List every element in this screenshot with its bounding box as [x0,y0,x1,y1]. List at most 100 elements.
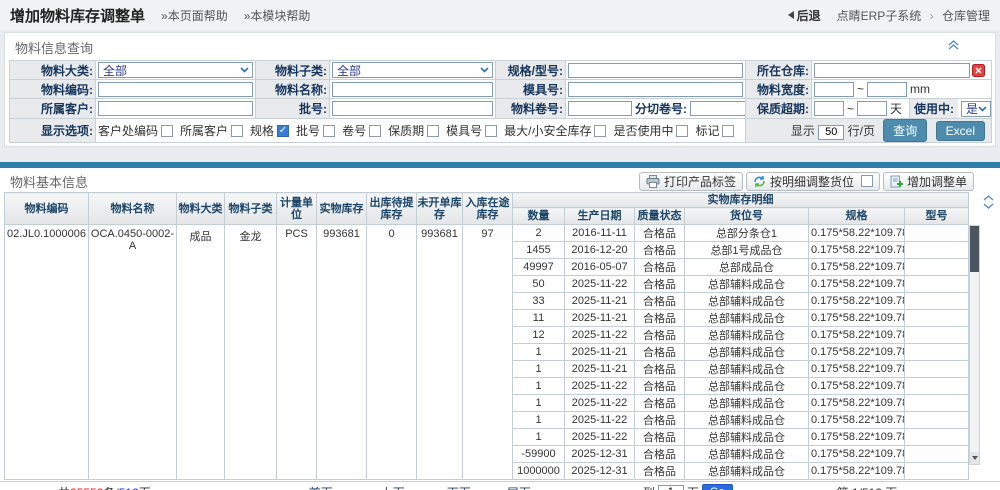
display-option-checkbox[interactable] [231,125,243,137]
breadcrumb-separator: › [930,9,934,23]
add-adjustment-label: 增加调整单 [907,173,967,190]
inuse-select[interactable]: 是 [961,101,991,117]
warehouse-input[interactable] [814,63,970,78]
detail-cell: 0.175*58.22*109.78 [809,225,905,242]
chevron-down-icon [240,67,249,73]
detail-cell [905,395,969,412]
detail-cell: 0.175*58.22*109.78 [809,446,905,463]
detail-cell: 2025-11-21 [565,310,635,327]
material-cell: OCA.0450-0002-A [89,225,177,480]
back-button[interactable]: 后退 [788,7,821,24]
inuse-select-value: 是 [966,100,978,117]
detail-cell: 1000000 [513,463,565,480]
mold-input[interactable] [568,82,743,97]
adjust-location-button[interactable]: 按明细调整货位 [746,172,880,191]
detail-cell: 合格品 [635,310,685,327]
back-label: 后退 [797,7,821,24]
display-option: 所属客户 [180,122,243,139]
code-input[interactable] [98,82,253,97]
detail-cell: 1 [513,361,565,378]
query-section-title: 物料信息查询 [15,41,93,56]
add-adjustment-button[interactable]: 增加调整单 [883,172,974,191]
next-page-link[interactable]: 下页 [447,484,471,490]
first-page-link[interactable]: 首页 [309,484,333,490]
breadcrumb-location[interactable]: 仓库管理 [942,9,990,23]
display-option-label: 标记 [695,122,719,139]
goto-page-input[interactable] [658,485,684,490]
shelf-label: 保质超期: [746,99,812,119]
chevron-down-icon [978,106,987,112]
detail-cell: 合格品 [635,293,685,310]
detail-cell: 合格品 [635,225,685,242]
slit-roll-input[interactable] [690,101,746,116]
subcategory-select[interactable]: 全部 [332,62,493,78]
display-option-checkbox[interactable]: ✓ [277,125,289,137]
material-cell: 993681 [317,225,367,480]
prev-page-link[interactable]: 上页 [381,484,405,490]
detail-cell [905,412,969,429]
detail-row[interactable]: 02.JL0.1000006OCA.0450-0002-A成品金龙PCS9936… [5,225,969,242]
shelf-min-input[interactable] [814,101,844,116]
display-option-checkbox[interactable] [722,125,734,137]
scrollbar-thumb[interactable] [970,226,979,272]
detail-cell: 0.175*58.22*109.78 [809,361,905,378]
detail-cell [905,327,969,344]
last-page-link[interactable]: 尾页 [507,484,531,490]
batch-input[interactable] [332,101,493,116]
detail-cell: 1 [513,344,565,361]
total-pages: 512 [119,486,139,490]
name-input[interactable] [332,82,493,97]
page-help-link[interactable]: »本页面帮助 [161,7,228,24]
display-option-label: 卷号 [342,122,366,139]
inventory-table: 物料编码 物料名称 物料大类 物料子类 计量单位 实物库存 出库待提库存 未开单… [4,192,969,480]
col-header: 物料编码 [5,193,89,225]
col-header: 未开单库存 [417,193,463,225]
detail-cell: 1 [513,412,565,429]
module-help-link[interactable]: »本模块帮助 [244,7,311,24]
excel-button[interactable]: Excel [936,121,985,141]
breadcrumb-system[interactable]: 点睛ERP子系统 [837,9,922,23]
col-header: 物料大类 [177,193,225,225]
roll-input[interactable] [568,101,632,116]
adjust-location-checkbox[interactable] [861,175,873,187]
display-option-checkbox[interactable] [427,125,439,137]
detail-col-header: 规格 [809,208,905,225]
clear-warehouse-icon[interactable] [972,64,985,77]
detail-cell: 2016-12-20 [565,242,635,259]
search-button[interactable]: 查询 [883,119,927,142]
detail-cell: 合格品 [635,378,685,395]
display-option: 标记 [695,122,734,139]
display-option-checkbox[interactable] [485,125,497,137]
detail-cell: 总部辅料成品仓 [685,463,809,480]
display-option-checkbox[interactable] [369,125,381,137]
detail-cell: 2025-11-21 [565,361,635,378]
detail-cell: 合格品 [635,395,685,412]
material-cell: 993681 [417,225,463,480]
display-option-checkbox[interactable] [676,125,688,137]
shelf-max-input[interactable] [857,101,887,116]
goto-suffix: 页 [687,484,699,490]
detail-cell: 合格品 [635,463,685,480]
width-min-input[interactable] [814,82,854,97]
display-option-checkbox[interactable] [161,125,173,137]
collapse-up-icon[interactable] [948,40,959,50]
category-select[interactable]: 全部 [98,62,253,78]
display-option: 是否使用中 [613,122,688,139]
detail-cell: 1 [513,378,565,395]
scrollbar-down-button[interactable] [970,452,979,464]
display-option-checkbox[interactable] [594,125,606,137]
detail-cell: 2025-11-22 [565,378,635,395]
customer-input[interactable] [98,101,253,116]
panel-splitter-icon[interactable] [983,195,994,209]
detail-cell: 2 [513,225,565,242]
go-button[interactable]: Go [702,484,733,490]
spec-input[interactable] [568,63,743,78]
detail-cell [905,225,969,242]
display-option-label: 是否使用中 [613,122,673,139]
display-option-checkbox[interactable] [323,125,335,137]
print-labels-button[interactable]: 打印产品标签 [639,172,743,191]
width-max-input[interactable] [867,82,907,97]
chevron-down-icon [480,67,489,73]
detail-scrollbar[interactable] [969,225,980,465]
page-size-input[interactable] [818,125,844,140]
